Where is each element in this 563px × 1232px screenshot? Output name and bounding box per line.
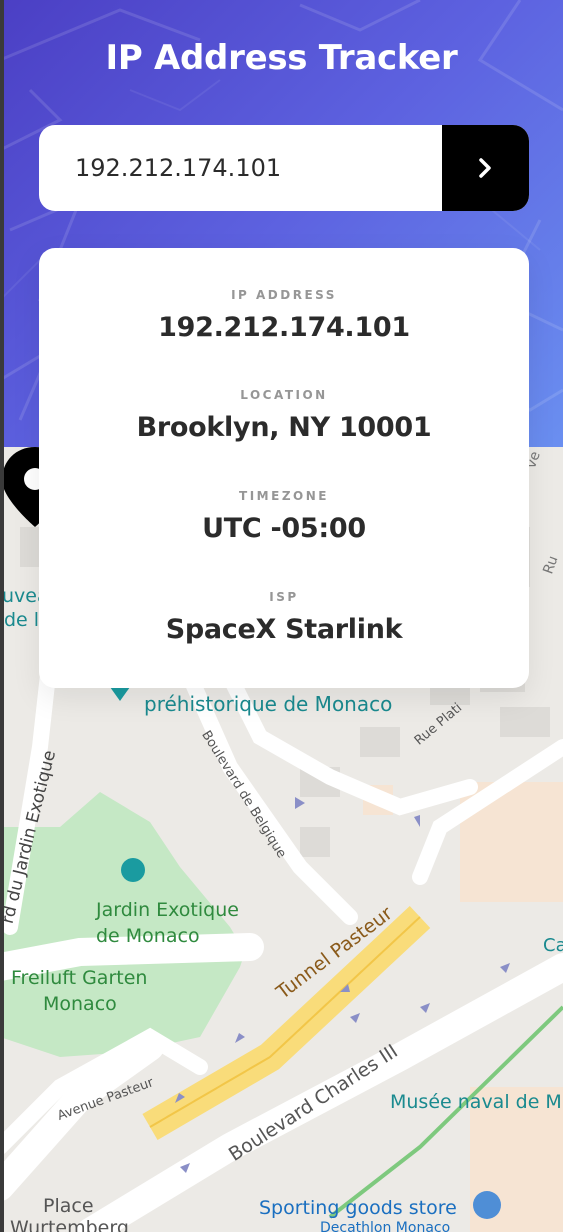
map-label-ca-partial: Ca [543,935,563,956]
ip-address-section: IP ADDRESS 192.212.174.101 [39,288,529,343]
isp-section: ISP SpaceX Starlink [39,590,529,645]
map-label-freiluft-2: Monaco [43,993,117,1015]
location-section: LOCATION Brooklyn, NY 10001 [39,388,529,443]
map-label-sporting-goods: Sporting goods store [259,1197,457,1219]
location-value: Brooklyn, NY 10001 [136,412,432,443]
map-label-place: Place [43,1195,94,1217]
timezone-value: UTC -05:00 [202,513,366,544]
map-label-freiluft: Freiluft Garten [11,967,148,989]
ip-info-card: IP ADDRESS 192.212.174.101 LOCATION Broo… [39,248,529,688]
search-submit-button[interactable] [442,125,529,211]
ip-address-value: 192.212.174.101 [158,312,410,343]
map-label-jardin-exotique: Jardin Exotique [96,899,239,921]
ip-search-form [39,125,529,211]
location-label: LOCATION [240,388,328,402]
chevron-right-icon [478,158,491,178]
ip-search-input[interactable] [39,125,442,211]
map-label-decathlon: Decathlon Monaco [320,1220,451,1232]
isp-value: SpaceX Starlink [165,614,403,645]
timezone-section: TIMEZONE UTC -05:00 [39,489,529,544]
map-label-wurtemberg: Wurtemberg [10,1217,129,1232]
ip-address-label: IP ADDRESS [231,288,337,302]
window-edge [0,0,4,1232]
map-label-jardin-exotique-2: de Monaco [96,925,200,947]
map-label-museum-partial-2: de l [4,609,40,631]
isp-label: ISP [269,590,299,604]
timezone-label: TIMEZONE [239,489,329,503]
map-label-prehistoric-museum: préhistorique de Monaco [144,692,393,716]
map-label-musee-naval: Musée naval de M [390,1091,562,1113]
page-title: IP Address Tracker [105,38,458,78]
